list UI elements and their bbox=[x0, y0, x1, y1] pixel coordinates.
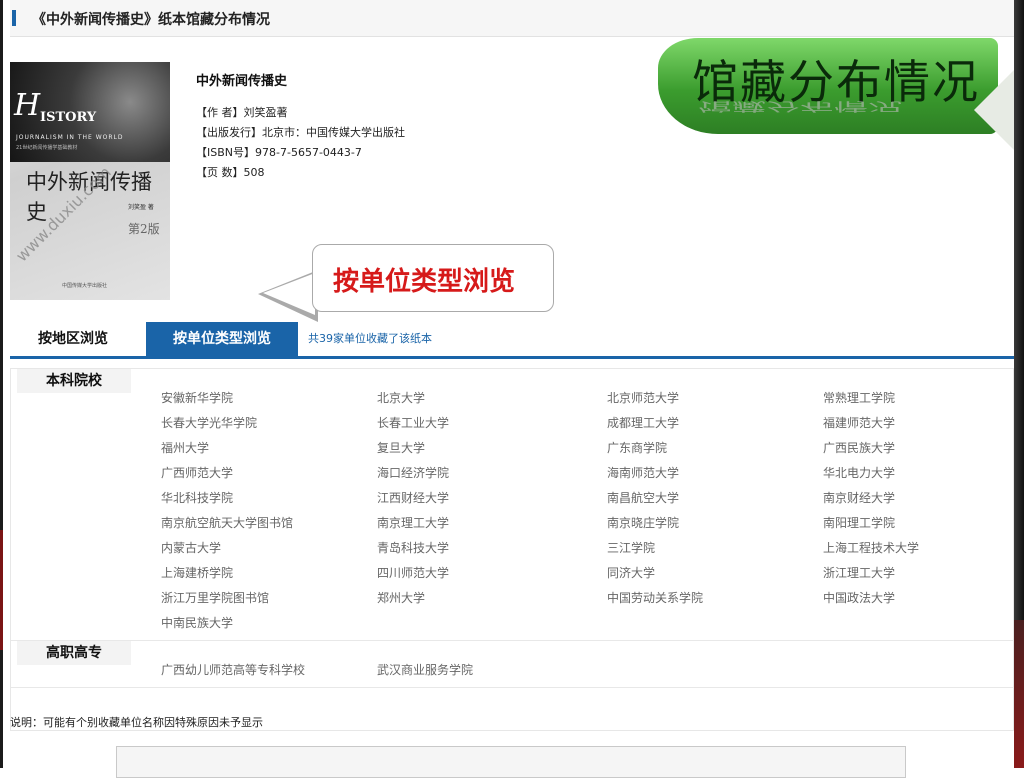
institution-link[interactable]: 海口经济学院 bbox=[377, 461, 607, 486]
institution-link[interactable]: 广西民族大学 bbox=[823, 436, 1013, 461]
footnote: 说明：可能有个别收藏单位名称因特殊原因未予显示 bbox=[10, 716, 263, 729]
book-name: 中外新闻传播史 bbox=[196, 74, 288, 89]
holdings-ribbon-banner: 馆藏分布情况 馆藏分布情况 bbox=[658, 30, 1014, 150]
ribbon-fold bbox=[974, 70, 1014, 150]
browse-tabs: 按地区浏览 按单位类型浏览 共39家单位收藏了该纸本 bbox=[10, 322, 1014, 359]
section-heading: 高职高专 bbox=[17, 641, 131, 665]
tab-by-type[interactable]: 按单位类型浏览 bbox=[146, 322, 298, 356]
field-label: 【页 数】 bbox=[196, 166, 244, 179]
ribbon-reflection: 馆藏分布情况 bbox=[698, 99, 902, 114]
institution-link[interactable]: 同济大学 bbox=[607, 561, 823, 586]
book-info: 中外新闻传播史 【作 者】刘笑盈著 【出版发行】北京市：中国传媒大学出版社 【I… bbox=[196, 70, 405, 183]
institution-grid: 安徽新华学院 北京大学 北京师范大学 常熟理工学院长春大学光华学院 长春工业大学 成都理工… bbox=[11, 369, 1013, 640]
field-value: 北京市：中国传媒大学出版社 bbox=[262, 126, 405, 139]
title-marker-icon bbox=[12, 10, 16, 26]
institution-link[interactable]: 浙江理工大学 bbox=[823, 561, 1013, 586]
field-value: 978-7-5657-0443-7 bbox=[255, 146, 362, 159]
institution-link[interactable]: 浙江万里学院图书馆 bbox=[161, 586, 377, 611]
institution-link[interactable]: 中国劳动关系学院 bbox=[607, 586, 823, 611]
right-edge-bar bbox=[1014, 0, 1024, 768]
institution-link[interactable]: 华北科技学院 bbox=[161, 486, 377, 511]
institution-link[interactable]: 北京师范大学 bbox=[607, 386, 823, 411]
book-field-isbn: 【ISBN号】978-7-5657-0443-7 bbox=[196, 143, 405, 163]
institution-link[interactable]: 福州大学 bbox=[161, 436, 377, 461]
bottom-input-box[interactable] bbox=[116, 746, 906, 778]
cover-author: 刘笑盈 著 bbox=[128, 204, 154, 211]
institution-link[interactable]: 青岛科技大学 bbox=[377, 536, 607, 561]
cover-h-letter: H bbox=[14, 88, 41, 123]
field-label: 【出版发行】 bbox=[196, 126, 262, 139]
institution-link[interactable]: 江西财经大学 bbox=[377, 486, 607, 511]
cover-subtitle-en: JOURNALISM IN THE WORLD bbox=[16, 134, 124, 141]
institution-grid: 广西幼儿师范高等专科学校 武汉商业服务学院 bbox=[11, 641, 1013, 687]
institution-link[interactable]: 上海建桥学院 bbox=[161, 561, 377, 586]
institution-link[interactable]: 长春大学光华学院 bbox=[161, 411, 377, 436]
institution-link[interactable]: 南京财经大学 bbox=[823, 486, 1013, 511]
left-edge-accent bbox=[0, 530, 3, 650]
institution-link[interactable]: 广西幼儿师范高等专科学校 bbox=[161, 658, 377, 683]
section-vocational: 高职高专 广西幼儿师范高等专科学校 武汉商业服务学院 bbox=[11, 641, 1013, 688]
page-frame: 《中外新闻传播史》纸本馆藏分布情况 H ISTORY JOURNALISM IN… bbox=[0, 0, 1024, 778]
cover-istory: ISTORY bbox=[40, 110, 97, 125]
institution-link[interactable]: 上海工程技术大学 bbox=[823, 536, 1013, 561]
institution-link[interactable]: 内蒙古大学 bbox=[161, 536, 377, 561]
section-undergraduate: 本科院校 安徽新华学院 北京大学 北京师范大学 常熟理工学院长春大学光华学院 长春工业大… bbox=[11, 369, 1013, 641]
institution-list: 本科院校 安徽新华学院 北京大学 北京师范大学 常熟理工学院长春大学光华学院 长春工业大… bbox=[10, 368, 1014, 731]
cover-edition: 第2版 bbox=[128, 222, 160, 236]
book-cover-image: H ISTORY JOURNALISM IN THE WORLD 21世纪新闻传… bbox=[10, 62, 170, 300]
institution-link[interactable]: 广东商学院 bbox=[607, 436, 823, 461]
institution-link[interactable]: 南阳理工学院 bbox=[823, 511, 1013, 536]
tab-by-region[interactable]: 按地区浏览 bbox=[10, 322, 136, 356]
institution-link[interactable]: 中南民族大学 bbox=[161, 611, 377, 636]
institution-link[interactable]: 成都理工大学 bbox=[607, 411, 823, 436]
institution-link[interactable]: 福建师范大学 bbox=[823, 411, 1013, 436]
institution-link[interactable]: 复旦大学 bbox=[377, 436, 607, 461]
left-edge-bar bbox=[0, 0, 3, 768]
institution-link[interactable]: 常熟理工学院 bbox=[823, 386, 1013, 411]
institution-link[interactable]: 郑州大学 bbox=[377, 586, 607, 611]
book-field-author: 【作 者】刘笑盈著 bbox=[196, 103, 405, 123]
institution-link[interactable]: 长春工业大学 bbox=[377, 411, 607, 436]
callout-pointer-inner bbox=[263, 273, 315, 315]
institution-link[interactable]: 三江学院 bbox=[607, 536, 823, 561]
institution-link[interactable]: 安徽新华学院 bbox=[161, 386, 377, 411]
right-edge-accent bbox=[1014, 620, 1024, 768]
section-heading: 本科院校 bbox=[17, 369, 131, 393]
field-value: 508 bbox=[243, 166, 265, 179]
institution-link[interactable]: 华北电力大学 bbox=[823, 461, 1013, 486]
callout-bubble: 按单位类型浏览 bbox=[312, 244, 554, 312]
field-label: 【ISBN号】 bbox=[196, 146, 256, 159]
institution-link[interactable]: 中国政法大学 bbox=[823, 586, 1013, 611]
institution-link[interactable]: 北京大学 bbox=[377, 386, 607, 411]
institution-link[interactable]: 海南师范大学 bbox=[607, 461, 823, 486]
institution-link[interactable]: 武汉商业服务学院 bbox=[377, 658, 607, 683]
field-value: 刘笑盈著 bbox=[243, 106, 288, 119]
page-title: 《中外新闻传播史》纸本馆藏分布情况 bbox=[32, 12, 270, 28]
cover-publisher: 中国传媒大学出版社 bbox=[62, 283, 108, 289]
institution-link[interactable]: 南昌航空大学 bbox=[607, 486, 823, 511]
book-field-pages: 【页 数】508 bbox=[196, 163, 405, 183]
field-label: 【作 者】 bbox=[196, 106, 244, 119]
institution-link[interactable]: 广西师范大学 bbox=[161, 461, 377, 486]
holding-count: 共39家单位收藏了该纸本 bbox=[308, 332, 432, 345]
institution-link[interactable]: 四川师范大学 bbox=[377, 561, 607, 586]
institution-link[interactable]: 南京理工大学 bbox=[377, 511, 607, 536]
book-field-publisher: 【出版发行】北京市：中国传媒大学出版社 bbox=[196, 123, 405, 143]
institution-link[interactable]: 南京晓庄学院 bbox=[607, 511, 823, 536]
cover-series-line: 21世纪新闻传播学基础教材 bbox=[16, 145, 78, 151]
institution-link[interactable]: 南京航空航天大学图书馆 bbox=[161, 511, 377, 536]
callout-text: 按单位类型浏览 bbox=[333, 267, 516, 297]
